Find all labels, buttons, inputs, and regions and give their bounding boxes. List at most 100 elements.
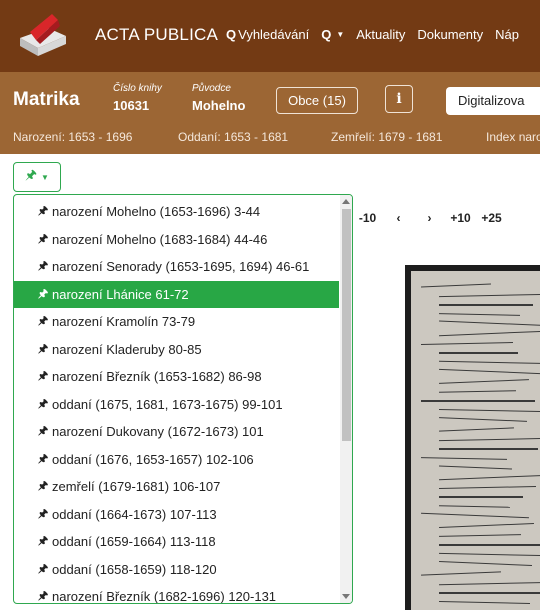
- page-next-button[interactable]: ›: [414, 205, 445, 231]
- book-originator: Původce Mohelno: [192, 83, 245, 113]
- page-forward-25-button[interactable]: +25: [476, 205, 507, 231]
- pin-icon: 🖈: [38, 590, 49, 603]
- dropdown-item-label: narození Mohelno (1653-1696) 3-44: [52, 204, 261, 220]
- handwriting-line: [439, 320, 540, 328]
- top-navbar: ACTA PUBLICA Q Vyhledávání Q ▼ Aktuality…: [0, 0, 540, 72]
- handwriting-line: [438, 552, 540, 557]
- pin-icon: 🖈: [38, 232, 49, 245]
- page-back-10-button[interactable]: -10: [352, 205, 383, 231]
- handwriting-line: [438, 408, 540, 413]
- dropdown-item[interactable]: 🖈 narození Senorady (1653-1695, 1694) 46-…: [14, 253, 339, 281]
- pin-icon: 🖈: [38, 315, 49, 328]
- dropdown-item-label: narození Mohelno (1683-1684) 44-46: [52, 231, 268, 247]
- nav-search-dropdown[interactable]: Q ▼: [321, 27, 344, 42]
- dropdown-item[interactable]: 🖈 narození Březník (1653-1682) 86-98: [14, 363, 339, 391]
- caret-down-icon: ▼: [41, 172, 49, 182]
- scroll-down-icon[interactable]: [342, 594, 350, 599]
- page-prev-button[interactable]: ‹: [383, 205, 414, 231]
- dropdown-item[interactable]: 🖈 narození Březník (1682-1696) 120-131: [14, 583, 339, 604]
- search-icon: Q: [321, 27, 332, 42]
- dropdown-item-label: narození Senorady (1653-1695, 1694) 46-6…: [52, 259, 310, 275]
- dropdown-item[interactable]: 🖈 oddaní (1658-1659) 118-120: [14, 556, 339, 584]
- obce-button[interactable]: Obce (15): [276, 87, 358, 114]
- dropdown-item[interactable]: 🖈 narození Mohelno (1683-1684) 44-46: [14, 226, 339, 254]
- acta-publica-logo[interactable]: [14, 10, 72, 58]
- scroll-up-icon[interactable]: [342, 199, 350, 204]
- handwriting-line: [438, 533, 522, 537]
- dropdown-item[interactable]: 🖈 narození Dukovany (1672-1673) 101: [14, 418, 339, 446]
- pin-icon: 🖈: [38, 287, 49, 300]
- dropdown-scrollbar[interactable]: [340, 195, 352, 603]
- dropdown-item-label: oddaní (1675, 1681, 1673-1675) 99-101: [52, 396, 283, 412]
- pin-icon: 🖈: [38, 480, 49, 493]
- handwriting-line: [439, 523, 534, 529]
- handwriting-line: [439, 352, 518, 354]
- dropdown-item[interactable]: 🖈 narození Lhánice 61-72: [14, 280, 339, 308]
- dropdown-item[interactable]: 🖈 narození Kladeruby 80-85: [14, 336, 339, 364]
- handwriting-line: [421, 513, 529, 520]
- range-oddani: Oddaní: 1653 - 1681: [178, 130, 289, 144]
- handwriting-line: [421, 283, 491, 288]
- book-originator-value: Mohelno: [192, 98, 246, 113]
- dropdown-item[interactable]: 🖈 oddaní (1664-1673) 107-113: [14, 501, 339, 529]
- dropdown-item-label: narození Kladeruby 80-85: [52, 341, 202, 357]
- handwriting-line: [438, 581, 540, 586]
- search-icon: Q: [226, 27, 237, 42]
- handwriting-line: [438, 360, 540, 365]
- nav-vyhledavani[interactable]: Q Vyhledávání: [226, 27, 309, 42]
- handwriting-line: [439, 592, 540, 594]
- handwriting-line: [439, 330, 540, 337]
- dropdown-item[interactable]: 🖈 oddaní (1659-1664) 113-118: [14, 528, 339, 556]
- dropdown-item[interactable]: 🖈 narození Mohelno (1653-1696) 3-44: [14, 198, 339, 226]
- handwriting-line: [439, 465, 512, 471]
- handwriting-line: [421, 400, 535, 402]
- caret-down-icon: ▼: [336, 30, 345, 39]
- info-button[interactable]: i: [385, 85, 413, 113]
- dropdown-item-label: narození Březník (1682-1696) 120-131: [52, 589, 277, 604]
- handwriting-line: [438, 312, 521, 317]
- dropdown-item-label: oddaní (1676, 1653-1657) 102-106: [52, 451, 254, 467]
- nav-dokumenty[interactable]: Dokumenty: [417, 27, 483, 42]
- index-link[interactable]: Index naro: [486, 130, 540, 144]
- digitalizovano-button[interactable]: Digitalizova: [446, 87, 540, 115]
- book-number: Číslo knihy 10631: [113, 83, 162, 113]
- dropdown-item[interactable]: 🖈 zemřelí (1679-1681) 106-107: [14, 473, 339, 501]
- bookmark-dropdown-menu[interactable]: 🖈 narození Mohelno (1653-1696) 3-44 🖈 naroz…: [13, 194, 353, 604]
- book-number-label: Číslo knihy: [113, 83, 162, 94]
- dropdown-item[interactable]: 🖈 oddaní (1676, 1653-1657) 102-106: [14, 446, 339, 474]
- handwriting-line: [439, 427, 514, 432]
- pin-icon: 🖈: [38, 260, 49, 273]
- pin-icon: 🖈: [38, 507, 49, 520]
- page-navigation: -10 ‹ › +10 +25: [352, 205, 507, 231]
- handwriting-line: [439, 496, 523, 498]
- dropdown-item[interactable]: 🖈 narození Kramolín 73-79: [14, 308, 339, 336]
- book-type-title: Matrika: [13, 89, 80, 110]
- page-forward-10-button[interactable]: +10: [445, 205, 476, 231]
- dropdown-item-label: oddaní (1658-1659) 118-120: [52, 561, 217, 577]
- pin-icon: 🖈: [38, 342, 49, 355]
- dropdown-item-label: oddaní (1664-1673) 107-113: [52, 506, 217, 522]
- dropdown-item-label: narození Kramolín 73-79: [52, 314, 196, 330]
- dropdown-item[interactable]: 🖈 oddaní (1675, 1681, 1673-1675) 99-101: [14, 391, 339, 419]
- pin-icon: 🖈: [38, 370, 49, 383]
- scan-image[interactable]: [405, 265, 540, 610]
- handwriting-line: [438, 389, 517, 393]
- pin-icon: 🖈: [25, 167, 38, 182]
- dropdown-item-label: narození Březník (1653-1682) 86-98: [52, 369, 262, 385]
- handwriting-line: [439, 417, 527, 423]
- pin-icon: 🖈: [38, 397, 49, 410]
- nav-napoveda[interactable]: Náp: [495, 27, 519, 42]
- handwriting-line: [439, 561, 532, 567]
- handwriting-line: [439, 304, 533, 306]
- handwriting-line: [439, 448, 538, 450]
- nav-aktuality[interactable]: Aktuality: [356, 27, 405, 42]
- dropdown-item-label: oddaní (1659-1664) 113-118: [52, 534, 216, 550]
- scrollbar-thumb[interactable]: [342, 209, 351, 441]
- pin-icon: 🖈: [38, 562, 49, 575]
- brand-title[interactable]: ACTA PUBLICA: [95, 25, 218, 45]
- dropdown-item-label: narození Dukovany (1672-1673) 101: [52, 424, 264, 440]
- range-narozeni: Narození: 1653 - 1696: [13, 130, 133, 144]
- pin-icon: 🖈: [38, 205, 49, 218]
- book-number-value: 10631: [113, 98, 150, 113]
- bookmark-dropdown-button[interactable]: 🖈 ▼: [13, 162, 61, 192]
